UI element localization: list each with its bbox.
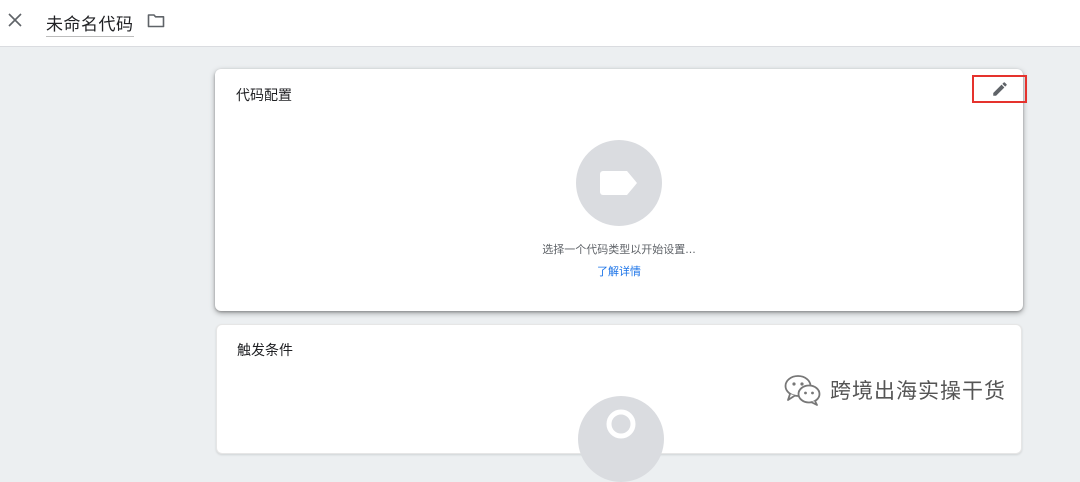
watermark-text: 跨境出海实操干货 [830, 379, 1006, 403]
folder-icon [147, 13, 165, 27]
tag-name-text: 未命名代码 [46, 14, 134, 35]
trigger-placeholder[interactable] [578, 396, 664, 482]
tag-type-placeholder[interactable] [576, 140, 662, 226]
tag-configuration-title: 代码配置 [236, 88, 292, 104]
trigger-icon [606, 409, 636, 439]
tag-type-hint: 选择一个代码类型以开始设置... [542, 243, 696, 256]
folder-button[interactable] [146, 11, 166, 29]
close-button[interactable] [4, 9, 26, 31]
top-bar: 未命名代码 [0, 0, 1080, 47]
close-icon [8, 13, 22, 27]
tag-icon [600, 171, 637, 195]
pencil-icon [992, 82, 1007, 96]
tag-name-field[interactable]: 未命名代码 [46, 8, 134, 37]
edit-configuration-button[interactable] [972, 75, 1027, 103]
learn-more-row: 了解详情 [215, 263, 1023, 279]
triggering-title: 触发条件 [237, 343, 293, 359]
watermark: 跨境出海实操干货 [784, 372, 1006, 408]
wechat-icon [784, 375, 821, 406]
learn-more-link[interactable]: 了解详情 [597, 265, 641, 278]
tag-configuration-card[interactable]: 代码配置 选择一个代码类型以开始设置... 了解详情 [215, 69, 1027, 311]
